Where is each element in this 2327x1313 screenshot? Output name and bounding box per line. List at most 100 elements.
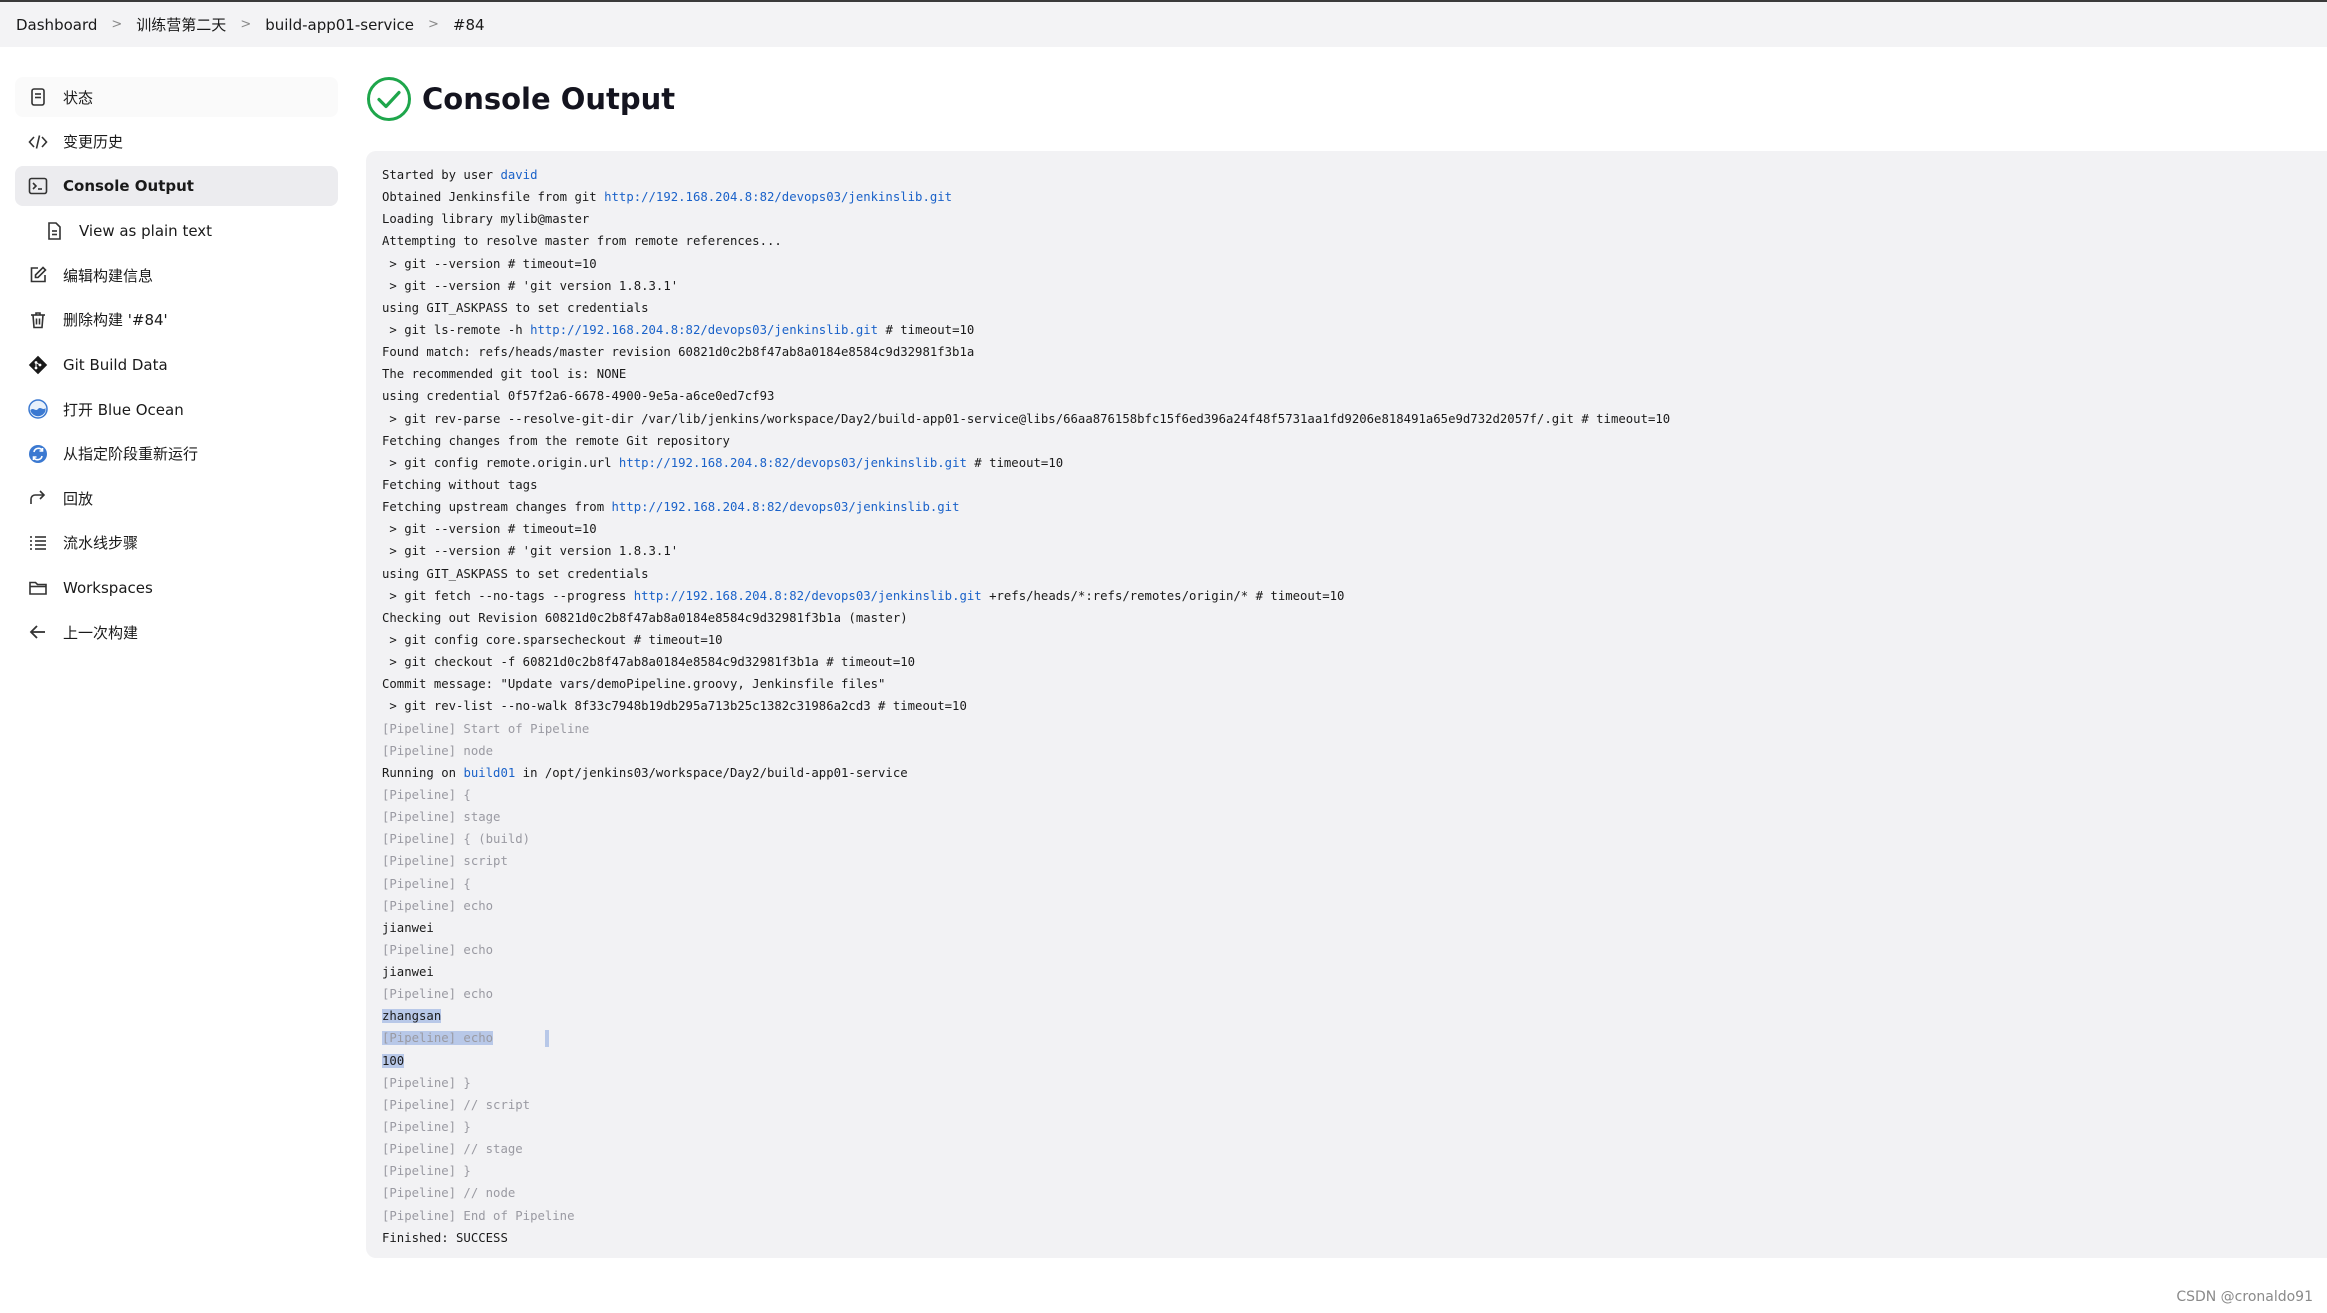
- console-line: > git config core.sparsecheckout # timeo…: [382, 629, 2311, 651]
- console-text: [Pipeline] }: [382, 1120, 471, 1135]
- console-line: zhangsan: [382, 1005, 2311, 1027]
- console-line: [Pipeline] }: [382, 1160, 2311, 1182]
- sidebar-item-edit-build[interactable]: 编辑构建信息: [15, 255, 338, 295]
- console-text: Checking out Revision 60821d0c2b8f47ab8a…: [382, 610, 908, 625]
- console-line: [Pipeline] script: [382, 850, 2311, 872]
- console-line: [Pipeline] }: [382, 1072, 2311, 1094]
- console-line: Obtained Jenkinsfile from git http://192…: [382, 186, 2311, 208]
- terminal-icon: [27, 175, 49, 197]
- console-line: using credential 0f57f2a6-6678-4900-9e5a…: [382, 385, 2311, 407]
- console-line: > git config remote.origin.url http://19…: [382, 452, 2311, 474]
- sidebar-item-restart-stage[interactable]: 从指定阶段重新运行: [15, 434, 338, 474]
- sidebar-item-label: 打开 Blue Ocean: [63, 400, 184, 419]
- console-line: Found match: refs/heads/master revision …: [382, 341, 2311, 363]
- breadcrumb-folder[interactable]: 训练营第二天: [136, 14, 226, 35]
- console-line: [Pipeline] echo: [382, 895, 2311, 917]
- sidebar-item-label: 流水线步骤: [63, 534, 139, 553]
- console-line: > git rev-parse --resolve-git-dir /var/l…: [382, 408, 2311, 430]
- console-line: using GIT_ASKPASS to set credentials: [382, 563, 2311, 585]
- console-line: Checking out Revision 60821d0c2b8f47ab8a…: [382, 607, 2311, 629]
- console-link[interactable]: http://192.168.204.8:82/devops03/jenkins…: [619, 456, 967, 470]
- console-line: jianwei: [382, 961, 2311, 983]
- console-text: zhangsan: [382, 1009, 442, 1024]
- console-text: [Pipeline] stage: [382, 810, 501, 825]
- console-text: jianwei: [382, 965, 434, 980]
- console-line: [Pipeline] {: [382, 784, 2311, 806]
- console-text: [Pipeline] // script: [382, 1097, 531, 1112]
- console-link[interactable]: build01: [463, 766, 515, 780]
- console-line: > git --version # 'git version 1.8.3.1': [382, 540, 2311, 562]
- console-text: [Pipeline] script: [382, 854, 508, 869]
- sidebar-item-plain-text[interactable]: View as plain text: [15, 211, 338, 251]
- console-text: The recommended git tool is: NONE: [382, 367, 627, 382]
- sidebar-item-label: 状态: [63, 88, 94, 107]
- breadcrumb: Dashboard > 训练营第二天 > build-app01-service…: [0, 2, 2327, 47]
- chevron-right-icon: >: [111, 17, 123, 32]
- breadcrumb-build[interactable]: #84: [453, 16, 485, 34]
- console-line: [Pipeline] // node: [382, 1182, 2311, 1204]
- console-text: > git fetch --no-tags --progress: [382, 588, 634, 603]
- sidebar-item-delete-build[interactable]: 删除构建 '#84': [15, 300, 338, 340]
- console-line: [Pipeline] stage: [382, 806, 2311, 828]
- console-text: > git --version # timeout=10: [382, 256, 597, 271]
- console-line: Running on build01 in /opt/jenkins03/wor…: [382, 762, 2311, 784]
- console-line: > git --version # 'git version 1.8.3.1': [382, 275, 2311, 297]
- console-line: [Pipeline] // stage: [382, 1138, 2311, 1160]
- console-text: [Pipeline] {: [382, 787, 471, 802]
- console-text: > git rev-parse --resolve-git-dir /var/l…: [382, 411, 1671, 426]
- console-text: Started by user: [382, 168, 501, 182]
- git-icon: [27, 354, 49, 376]
- console-text: > git --version # 'git version 1.8.3.1': [382, 544, 679, 559]
- sidebar-item-git-build-data[interactable]: Git Build Data: [15, 345, 338, 385]
- console-link[interactable]: http://192.168.204.8:82/devops03/jenkins…: [634, 589, 982, 603]
- console-text: Found match: refs/heads/master revision …: [382, 345, 975, 360]
- sidebar-item-changes[interactable]: 变更历史: [15, 122, 338, 162]
- code-icon: [27, 131, 49, 153]
- console-text: Fetching without tags: [382, 477, 538, 492]
- replay-icon: [27, 487, 49, 509]
- console-line: [Pipeline] echo: [382, 939, 2311, 961]
- console-line: [Pipeline] { (build): [382, 828, 2311, 850]
- console-text: Commit message: "Update vars/demoPipelin…: [382, 677, 886, 692]
- console-output[interactable]: Started by user david Obtained Jenkinsfil…: [366, 151, 2327, 1258]
- console-text: using credential 0f57f2a6-6678-4900-9e5a…: [382, 389, 775, 404]
- console-text: > git rev-list --no-walk 8f33c7948b19db2…: [382, 699, 967, 714]
- success-check-icon: [367, 77, 411, 121]
- sidebar-item-label: 回放: [63, 489, 94, 508]
- page-header: Console Output: [366, 76, 675, 122]
- sidebar-item-console-output[interactable]: Console Output: [15, 166, 338, 207]
- console-link[interactable]: http://192.168.204.8:82/devops03/jenkins…: [530, 323, 878, 337]
- console-text: > git config core.sparsecheckout # timeo…: [382, 632, 723, 647]
- console-line: > git --version # timeout=10: [382, 518, 2311, 540]
- sidebar-item-workspaces[interactable]: Workspaces: [15, 568, 338, 608]
- console-line: The recommended git tool is: NONE: [382, 363, 2311, 385]
- console-line: > git fetch --no-tags --progress http://…: [382, 585, 2311, 607]
- chevron-right-icon: >: [427, 17, 439, 32]
- breadcrumb-job[interactable]: build-app01-service: [265, 16, 414, 34]
- watermark: CSDN @cronaldo91: [2176, 1289, 2313, 1305]
- sidebar-item-label: Git Build Data: [63, 355, 168, 374]
- console-line: > git checkout -f 60821d0c2b8f47ab8a0184…: [382, 651, 2311, 673]
- console-link[interactable]: david: [500, 168, 537, 182]
- sidebar-item-pipeline-steps[interactable]: 流水线步骤: [15, 523, 338, 563]
- sidebar-item-status[interactable]: 状态: [15, 77, 338, 117]
- arrow-left-icon: [27, 621, 49, 643]
- sidebar-item-label: Workspaces: [63, 578, 153, 597]
- console-text: [Pipeline] Start of Pipeline: [382, 721, 590, 736]
- sidebar-item-blue-ocean[interactable]: 打开 Blue Ocean: [15, 389, 338, 429]
- console-line: Fetching changes from the remote Git rep…: [382, 430, 2311, 452]
- console-line: > git --version # timeout=10: [382, 253, 2311, 275]
- trash-icon: [27, 309, 49, 331]
- console-link[interactable]: http://192.168.204.8:82/devops03/jenkins…: [612, 500, 960, 514]
- console-line: > git rev-list --no-walk 8f33c7948b19db2…: [382, 695, 2311, 717]
- sidebar-item-previous-build[interactable]: 上一次构建: [15, 612, 338, 652]
- breadcrumb-dashboard[interactable]: Dashboard: [16, 16, 97, 34]
- console-text: > git checkout -f 60821d0c2b8f47ab8a0184…: [382, 655, 916, 670]
- sidebar-item-replay[interactable]: 回放: [15, 478, 338, 518]
- folder-icon: [27, 577, 49, 599]
- console-text: jianwei: [382, 920, 434, 935]
- console-text: +refs/heads/*:refs/remotes/origin/* # ti…: [981, 588, 1345, 603]
- sidebar-item-label: 上一次构建: [63, 623, 139, 642]
- file-icon: [43, 220, 65, 242]
- console-link[interactable]: http://192.168.204.8:82/devops03/jenkins…: [604, 190, 952, 204]
